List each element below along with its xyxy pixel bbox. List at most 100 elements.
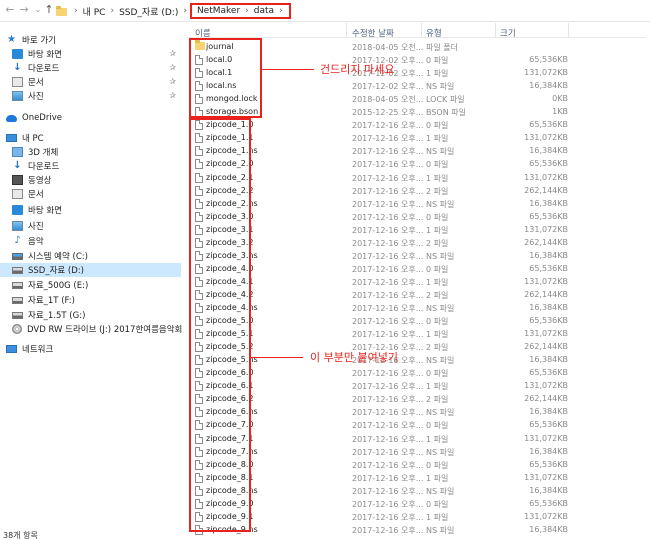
file-type: 1 파일	[426, 512, 449, 522]
file-type: 파일 폴더	[426, 43, 458, 52]
file-date: 2017-12-16 오후...	[352, 160, 424, 170]
file-size: 131,072KB	[524, 472, 568, 482]
file-type: 0 파일	[426, 160, 449, 170]
file-row[interactable]: zipcode_5.2 2017-12-16 오후... 2 파일 262,144KB	[186, 341, 646, 354]
file-size: 131,072KB	[524, 224, 568, 234]
file-row[interactable]: zipcode_4.ns 2017-12-16 오후... NS 파일 16,384K…	[186, 302, 646, 315]
file-row[interactable]: zipcode_8.0 2017-12-16 오후... 0 파일 65,536KB	[186, 459, 646, 472]
file-row[interactable]: zipcode_1.0 2017-12-16 오후... 0 파일 65,536KB	[186, 119, 646, 132]
file-date: 2017-12-16 오후...	[352, 186, 424, 196]
file-size: 262,144KB	[524, 185, 568, 195]
file-size: 131,072KB	[524, 329, 568, 339]
file-date: 2017-12-16 오후...	[352, 238, 424, 248]
file-row[interactable]: zipcode_9.ns 2017-12-16 오후... NS 파일 16,384K…	[186, 524, 646, 537]
file-row[interactable]: zipcode_3.2 2017-12-16 오후... 2 파일 262,144KB	[186, 237, 646, 250]
file-type: 2 파일	[426, 186, 449, 196]
file-date: 2017-12-16 오후...	[352, 330, 424, 340]
file-size: 65,536KB	[529, 420, 568, 430]
file-type: 1 파일	[426, 382, 449, 392]
file-type: 2 파일	[426, 290, 449, 300]
file-date: 2015-12-25 오후...	[352, 108, 424, 118]
file-row[interactable]: zipcode_8.ns 2017-12-16 오후... NS 파일 16,384K…	[186, 485, 646, 498]
file-type: 1 파일	[426, 173, 449, 183]
file-type: 2 파일	[426, 343, 449, 353]
file-row[interactable]: zipcode_4.0 2017-12-16 오후... 0 파일 65,536KB	[186, 263, 646, 276]
file-row[interactable]: zipcode_6.0 2017-12-16 오후... 0 파일 65,536KB	[186, 367, 646, 380]
file-type: 1 파일	[426, 69, 449, 79]
file-type: 0 파일	[426, 121, 449, 131]
file-row[interactable]: zipcode_7.ns 2017-12-16 오후... NS 파일 16,384K…	[186, 446, 646, 459]
file-size: 65,536KB	[529, 120, 568, 130]
file-row[interactable]: zipcode_4.1 2017-12-16 오후... 1 파일 131,072KB	[186, 276, 646, 289]
file-row[interactable]: zipcode_2.ns 2017-12-16 오후... NS 파일 16,384K…	[186, 198, 646, 211]
file-type: 2 파일	[426, 238, 449, 248]
file-date: 2017-12-16 오후...	[352, 317, 424, 327]
file-type: 1 파일	[426, 277, 449, 287]
file-size: 0KB	[552, 94, 568, 104]
file-type: NS 파일	[426, 251, 455, 261]
file-type: 0 파일	[426, 56, 449, 66]
file-date: 2017-12-16 오후...	[352, 290, 424, 300]
file-size: 16,384KB	[529, 446, 568, 456]
file-date: 2017-12-02 오후...	[352, 82, 424, 92]
file-date: 2017-12-16 오후...	[352, 199, 424, 209]
file-row[interactable]: zipcode_6.2 2017-12-16 오후... 2 파일 262,144KB	[186, 393, 646, 406]
file-type: 0 파일	[426, 317, 449, 327]
file-row[interactable]: zipcode_2.2 2017-12-16 오후... 2 파일 262,144KB	[186, 185, 646, 198]
file-date: 2017-12-16 오후...	[352, 173, 424, 183]
file-row[interactable]: zipcode_4.2 2017-12-16 오후... 2 파일 262,144KB	[186, 289, 646, 302]
file-row[interactable]: zipcode_3.1 2017-12-16 오후... 1 파일 131,072KB	[186, 224, 646, 237]
file-size: 16,384KB	[529, 146, 568, 156]
file-date: 2017-12-16 오후...	[352, 421, 424, 431]
file-type: NS 파일	[426, 304, 455, 313]
file-date: 2017-12-16 오후...	[352, 512, 424, 522]
file-type: 0 파일	[426, 499, 449, 509]
file-row[interactable]: zipcode_9.0 2017-12-16 오후... 0 파일 65,536KB	[186, 498, 646, 511]
file-date: 2017-12-16 오후...	[352, 134, 424, 144]
file-row[interactable]: zipcode_7.1 2017-12-16 오후... 1 파일 131,072KB	[186, 433, 646, 446]
file-date: 2018-04-05 오전...	[352, 43, 424, 52]
file-date: 2017-12-16 오후...	[352, 304, 424, 313]
file-date: 2017-12-16 오후...	[352, 447, 424, 457]
file-size: 16,384KB	[529, 485, 568, 495]
file-row[interactable]: zipcode_1.1 2017-12-16 오후... 1 파일 131,072KB	[186, 132, 646, 145]
file-size: 16,384KB	[529, 524, 568, 534]
annotation-text-top: 건드리지 마세요	[320, 63, 395, 76]
file-date: 2017-12-16 오후...	[352, 277, 424, 287]
file-type: 0 파일	[426, 460, 449, 470]
file-date: 2017-12-16 오후...	[352, 212, 424, 222]
file-size: 16,384KB	[529, 303, 568, 312]
file-row[interactable]: zipcode_3.ns 2017-12-16 오후... NS 파일 16,384K…	[186, 250, 646, 263]
file-row[interactable]: zipcode_5.0 2017-12-16 오후... 0 파일 65,536KB	[186, 315, 646, 328]
file-type: 1 파일	[426, 434, 449, 444]
file-type: 2 파일	[426, 395, 449, 405]
file-type: 1 파일	[426, 225, 449, 235]
file-type: NS 파일	[426, 199, 455, 209]
file-size: 65,536KB	[529, 498, 568, 508]
file-size: 131,072KB	[524, 381, 568, 391]
file-row[interactable]: zipcode_2.1 2017-12-16 오후... 1 파일 131,072KB	[186, 172, 646, 185]
file-type: 0 파일	[426, 264, 449, 274]
annotation-line-bottom	[251, 357, 303, 358]
file-row[interactable]: zipcode_1.ns 2017-12-16 오후... NS 파일 16,384K…	[186, 145, 646, 158]
file-row[interactable]: zipcode_8.1 2017-12-16 오후... 1 파일 131,072KB	[186, 472, 646, 485]
file-size: 131,072KB	[524, 511, 568, 521]
file-size: 131,072KB	[524, 276, 568, 286]
file-type: 0 파일	[426, 212, 449, 222]
file-date: 2017-12-16 오후...	[352, 395, 424, 405]
file-row[interactable]: zipcode_3.0 2017-12-16 오후... 0 파일 65,536KB	[186, 211, 646, 224]
file-size: 16,384KB	[529, 81, 568, 91]
file-row[interactable]: zipcode_6.ns 2017-12-16 오후... NS 파일 16,384K…	[186, 406, 646, 419]
file-row[interactable]: zipcode_2.0 2017-12-16 오후... 0 파일 65,536KB	[186, 158, 646, 171]
file-row[interactable]: zipcode_9.1 2017-12-16 오후... 1 파일 131,072KB	[186, 511, 646, 524]
file-type: NS 파일	[426, 408, 455, 418]
file-type: NS 파일	[426, 447, 455, 457]
file-date: 2017-12-16 오후...	[352, 251, 424, 261]
file-row[interactable]: zipcode_7.0 2017-12-16 오후... 0 파일 65,536KB	[186, 419, 646, 432]
file-size: 16,384KB	[529, 407, 568, 417]
file-date: 2017-12-16 오후...	[352, 147, 424, 157]
file-size: 65,536KB	[529, 263, 568, 273]
file-row[interactable]: zipcode_6.1 2017-12-16 오후... 1 파일 131,072KB	[186, 380, 646, 393]
file-row[interactable]: zipcode_5.1 2017-12-16 오후... 1 파일 131,072KB	[186, 328, 646, 341]
file-size: 16,384KB	[529, 355, 568, 365]
